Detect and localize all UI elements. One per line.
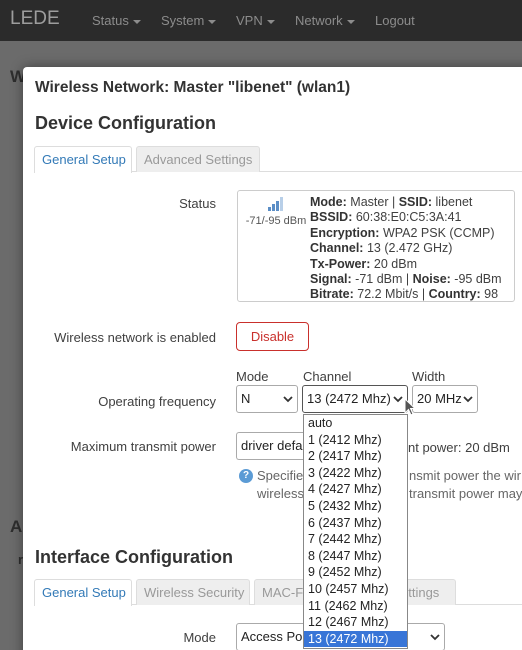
tab-interface-general-setup[interactable]: General Setup xyxy=(34,579,132,606)
status-label: Status xyxy=(179,196,216,211)
dropdown-option[interactable]: 7 (2442 Mhz) xyxy=(304,531,407,548)
disable-button[interactable]: Disable xyxy=(236,322,309,351)
current-power-text: nt power: 20 dBm xyxy=(408,440,510,455)
dropdown-option[interactable]: 5 (2432 Mhz) xyxy=(304,498,407,515)
signal-indicator: -71/-95 dBm xyxy=(242,197,310,227)
channel-select[interactable]: 13 (2472 Mhz) xyxy=(302,385,408,413)
brand-logo[interactable]: LEDE xyxy=(10,8,60,30)
help-text-line1-left: Specifie xyxy=(257,468,304,483)
dropdown-option[interactable]: 8 (2447 Mhz) xyxy=(304,548,407,565)
dropdown-option[interactable]: 9 (2452 Mhz) xyxy=(304,564,407,581)
status-box: -71/-95 dBm Mode: Master | SSID: libenet… xyxy=(237,190,515,302)
mouse-cursor-icon xyxy=(404,398,416,416)
dropdown-option[interactable]: auto xyxy=(304,415,407,432)
dropdown-option[interactable]: 1 (2412 Mhz) xyxy=(304,432,407,449)
caret-down-icon xyxy=(132,19,141,24)
wireless-network-modal: Wireless Network: Master "libenet" (wlan… xyxy=(23,67,522,650)
dropdown-option[interactable]: 2 (2417 Mhz) xyxy=(304,448,407,465)
tab-wireless-security[interactable]: Wireless Security xyxy=(136,579,250,605)
channel-dropdown-list: auto 1 (2412 Mhz) 2 (2417 Mhz) 3 (2422 M… xyxy=(303,414,408,649)
dropdown-option[interactable]: 11 (2462 Mhz) xyxy=(304,598,407,615)
status-details: Mode: Master | SSID: libenet BSSID: 60:3… xyxy=(310,195,502,302)
signal-text: -71/-95 dBm xyxy=(245,215,307,227)
caret-down-icon xyxy=(346,19,355,24)
chevron-down-icon xyxy=(463,396,473,403)
caret-down-icon xyxy=(266,19,275,24)
nav-item-status[interactable]: Status xyxy=(92,13,141,28)
interface-configuration-title: Interface Configuration xyxy=(35,547,234,567)
help-text-line1-right: nsmit power the wir xyxy=(409,468,521,483)
dropdown-option[interactable]: 4 (2427 Mhz) xyxy=(304,481,407,498)
background-heading-fragment: A xyxy=(10,517,23,536)
transmit-power-select[interactable]: driver defa xyxy=(236,432,306,460)
caret-down-icon xyxy=(208,19,217,24)
chevron-down-icon xyxy=(393,396,403,403)
tab-advanced-settings[interactable]: Advanced Settings xyxy=(136,146,260,172)
wireless-enabled-label: Wireless network is enabled xyxy=(54,330,216,345)
chevron-down-icon xyxy=(430,634,440,641)
interface-tabs: General Setup Wireless Security MAC-F et… xyxy=(34,579,522,606)
dropdown-option[interactable]: 3 (2422 Mhz) xyxy=(304,465,407,482)
nav-item-system[interactable]: System xyxy=(161,13,217,28)
operating-frequency-label: Operating frequency xyxy=(98,394,216,409)
dropdown-option[interactable]: 6 (2437 Mhz) xyxy=(304,515,407,532)
chevron-down-icon xyxy=(283,396,293,403)
signal-strength-icon xyxy=(268,197,283,211)
nav-item-network[interactable]: Network xyxy=(295,13,355,28)
nav-item-logout[interactable]: Logout xyxy=(375,13,415,28)
help-text-line2-right: transmit power may xyxy=(409,486,522,501)
modal-title: Wireless Network: Master "libenet" (wlan… xyxy=(35,79,351,96)
tab-general-setup[interactable]: General Setup xyxy=(34,146,132,173)
dropdown-option[interactable]: 12 (2467 Mhz) xyxy=(304,614,407,631)
help-icon: ? xyxy=(239,469,253,483)
max-transmit-power-label: Maximum transmit power xyxy=(70,439,216,454)
width-column-label: Width xyxy=(412,369,446,384)
dropdown-option-selected[interactable]: 13 (2472 Mhz) xyxy=(304,630,407,648)
dropdown-option[interactable]: 10 (2457 Mhz) xyxy=(304,581,407,598)
nav-item-vpn[interactable]: VPN xyxy=(236,13,275,28)
top-navbar: LEDE Status System VPN Network Logout xyxy=(0,0,522,41)
interface-mode-label: Mode xyxy=(183,630,216,645)
help-text-line2-left: wireless xyxy=(257,486,304,501)
device-configuration-title: Device Configuration xyxy=(35,113,217,133)
device-tabs: General Setup Advanced Settings xyxy=(34,146,522,173)
width-select[interactable]: 20 MHz xyxy=(412,385,478,413)
channel-column-label: Channel xyxy=(303,369,352,384)
mode-column-label: Mode xyxy=(236,369,269,384)
mode-select[interactable]: N xyxy=(236,385,298,413)
